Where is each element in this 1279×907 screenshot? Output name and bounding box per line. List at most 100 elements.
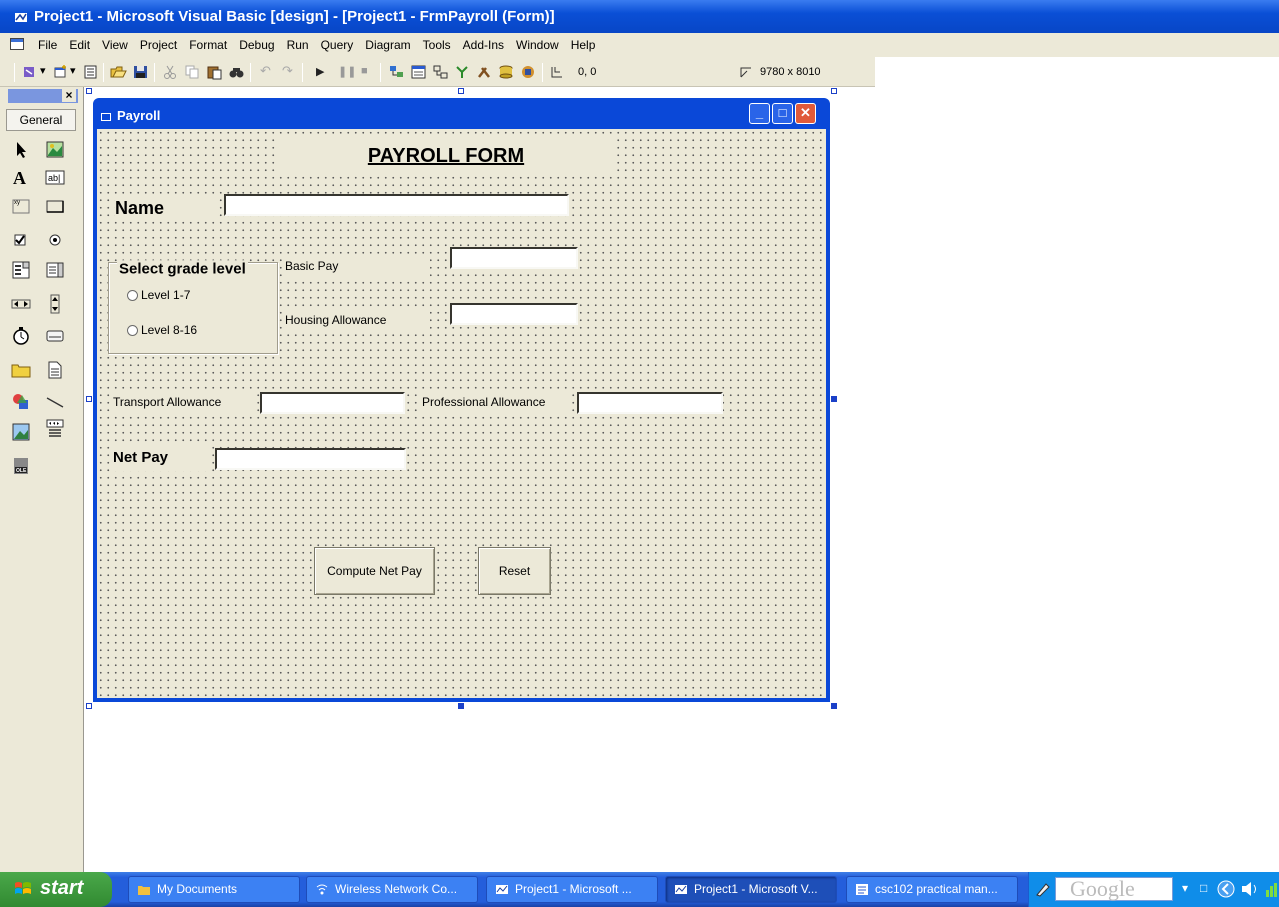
label-icon[interactable]: A [10, 167, 32, 189]
frame-icon[interactable]: xy [10, 195, 32, 217]
shape-icon[interactable] [10, 391, 32, 413]
housing-allowance-textbox[interactable] [450, 303, 578, 325]
restore-icon[interactable]: □ [1200, 881, 1207, 895]
undo-icon[interactable]: ↶ [260, 63, 271, 79]
title-bar[interactable]: Project1 - Microsoft Visual Basic [desig… [0, 0, 1279, 33]
toolbox-tab-general[interactable]: General [6, 109, 76, 131]
line-icon[interactable] [44, 391, 66, 413]
project-explorer-icon[interactable] [388, 64, 405, 80]
name-textbox[interactable] [224, 194, 569, 216]
form-window-icon[interactable] [10, 38, 24, 50]
task-project1-vb-a[interactable]: Project1 - Microsoft ... [486, 876, 658, 903]
menu-view[interactable]: View [96, 38, 134, 52]
resize-handle[interactable] [86, 88, 92, 94]
menu-diagram[interactable]: Diagram [359, 38, 416, 52]
menu-run[interactable]: Run [281, 38, 315, 52]
housing-allowance-label[interactable]: Housing Allowance [285, 310, 430, 332]
resize-handle[interactable] [831, 703, 837, 709]
pointer-icon[interactable] [10, 139, 32, 161]
open-project-icon[interactable] [110, 64, 127, 80]
resize-handle[interactable] [831, 88, 837, 94]
compute-net-pay-button[interactable]: Compute Net Pay [314, 547, 435, 595]
payroll-heading-label[interactable]: PAYROLL FORM [275, 139, 617, 174]
end-icon[interactable]: ■ [361, 65, 368, 77]
optionbutton-icon[interactable] [44, 229, 66, 251]
paste-icon[interactable] [206, 64, 223, 80]
start-icon[interactable]: ▶ [316, 65, 324, 78]
add-project-dropdown-icon[interactable]: ▾ [40, 64, 46, 77]
net-pay-label[interactable]: Net Pay [113, 445, 208, 471]
task-project1-vb-b[interactable]: Project1 - Microsoft V... [665, 876, 837, 903]
basic-pay-textbox[interactable] [450, 247, 578, 269]
form-client-area[interactable]: PAYROLL FORM Name Select grade level Lev… [97, 129, 826, 698]
menu-query[interactable]: Query [315, 38, 360, 52]
data-view-icon[interactable] [498, 64, 515, 80]
vscrollbar-icon[interactable] [44, 293, 66, 315]
textbox-icon[interactable]: ab| [44, 167, 66, 189]
menu-file[interactable]: File [32, 38, 63, 52]
listbox-icon[interactable] [44, 259, 66, 281]
speaker-icon[interactable] [1240, 880, 1262, 898]
task-my-documents[interactable]: My Documents [128, 876, 300, 903]
ole-icon[interactable]: OLE [10, 455, 32, 477]
transport-allowance-label[interactable]: Transport Allowance [113, 392, 253, 414]
task-wireless-network[interactable]: Wireless Network Co... [306, 876, 478, 903]
basic-pay-label[interactable]: Basic Pay [285, 256, 430, 278]
grade-level-frame[interactable]: Select grade level Level 1-7 Level 8-16 [108, 260, 278, 354]
menu-project[interactable]: Project [134, 38, 183, 52]
start-button[interactable]: start [0, 872, 112, 907]
add-form-icon[interactable] [52, 64, 69, 80]
resize-handle[interactable] [458, 703, 464, 709]
image-icon[interactable] [10, 421, 32, 443]
transport-allowance-textbox[interactable] [260, 392, 405, 414]
redo-icon[interactable]: ↷ [282, 63, 293, 79]
maximize-icon[interactable]: □ [772, 103, 793, 124]
component-manager-icon[interactable] [520, 64, 537, 80]
level-1-7-option[interactable]: Level 1-7 [127, 288, 190, 302]
menu-tools[interactable]: Tools [417, 38, 457, 52]
close-icon[interactable]: × [62, 89, 76, 102]
menu-editor-icon[interactable] [82, 64, 99, 80]
menu-help[interactable]: Help [565, 38, 602, 52]
professional-allowance-label[interactable]: Professional Allowance [422, 392, 570, 414]
pen-icon[interactable] [1034, 880, 1052, 898]
level-8-16-option[interactable]: Level 8-16 [127, 323, 197, 337]
object-browser-icon[interactable] [454, 64, 471, 80]
form-layout-icon[interactable] [432, 64, 449, 80]
toolbar-grip[interactable] [14, 63, 15, 82]
save-project-icon[interactable] [132, 64, 149, 80]
filelistbox-icon[interactable] [44, 359, 66, 381]
hscrollbar-icon[interactable] [10, 293, 32, 315]
collapse-tray-icon[interactable] [1216, 879, 1236, 899]
task-csc102-practical[interactable]: csc102 practical man... [846, 876, 1018, 903]
form-designer-window[interactable]: Payroll _ □ ✕ PAYROLL FORM Name Select g… [93, 98, 830, 702]
menu-format[interactable]: Format [183, 38, 233, 52]
net-pay-textbox[interactable] [215, 448, 406, 470]
minimize-icon[interactable]: _ [749, 103, 770, 124]
close-icon[interactable]: ✕ [795, 103, 816, 124]
picturebox-icon[interactable] [44, 139, 66, 161]
find-icon[interactable] [228, 64, 245, 80]
toolbox-icon[interactable] [476, 64, 493, 80]
reset-button[interactable]: Reset [478, 547, 551, 595]
data-icon[interactable] [44, 417, 66, 439]
checkbox-icon[interactable] [10, 229, 32, 251]
resize-handle[interactable] [458, 88, 464, 94]
menu-edit[interactable]: Edit [63, 38, 96, 52]
commandbutton-icon[interactable] [44, 195, 66, 217]
combobox-icon[interactable] [10, 259, 32, 281]
cut-icon[interactable] [162, 64, 179, 80]
properties-window-icon[interactable] [410, 64, 427, 80]
add-project-icon[interactable] [22, 64, 39, 80]
search-dropdown-icon[interactable]: ▾ [1182, 881, 1188, 895]
menu-window[interactable]: Window [510, 38, 565, 52]
professional-allowance-textbox[interactable] [577, 392, 723, 414]
resize-handle[interactable] [86, 703, 92, 709]
add-form-dropdown-icon[interactable]: ▾ [70, 64, 76, 77]
resize-handle[interactable] [86, 396, 92, 402]
name-label[interactable]: Name [115, 195, 215, 221]
network-tray-icon[interactable] [1264, 882, 1278, 898]
copy-icon[interactable] [184, 64, 201, 80]
google-search-box[interactable]: Google [1055, 877, 1173, 901]
resize-handle[interactable] [831, 396, 837, 402]
